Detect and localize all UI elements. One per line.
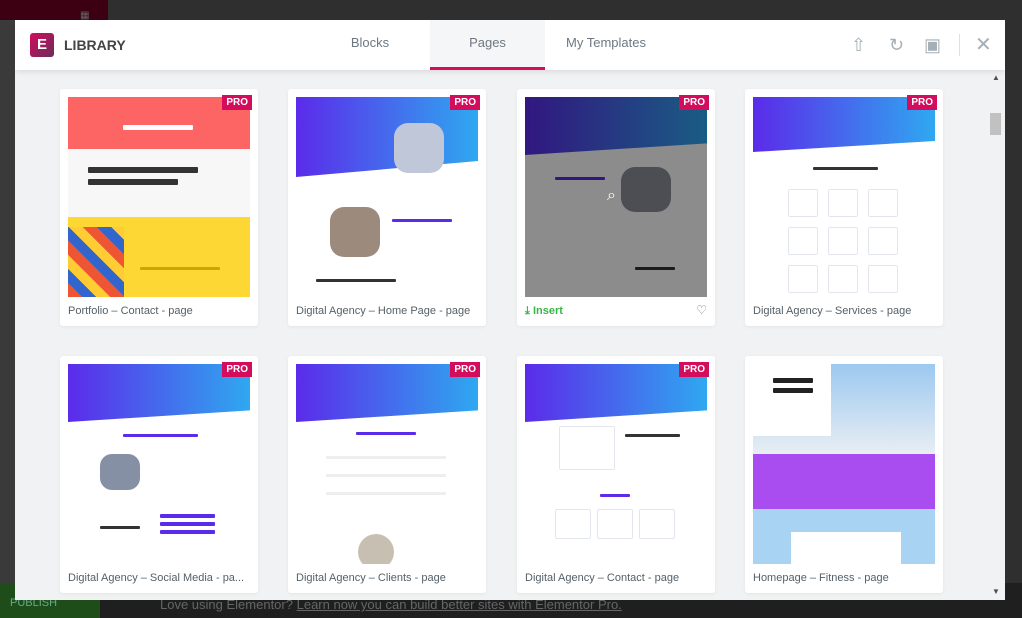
modal-header: E LIBRARY Blocks Pages My Templates ⇧ ↻ … bbox=[15, 20, 1005, 70]
templates-grid: PRO Portfolio – Contact - page PRO Digit… bbox=[15, 70, 1005, 600]
scroll-down-icon[interactable]: ▼ bbox=[992, 587, 1000, 596]
template-thumbnail[interactable] bbox=[525, 364, 707, 564]
template-card[interactable]: PRO Digital Agency – Home Page - page bbox=[288, 89, 486, 326]
hover-overlay bbox=[525, 97, 707, 297]
modal-title: LIBRARY bbox=[64, 37, 126, 53]
template-card[interactable]: PRO Digital Agency – Clients - page bbox=[288, 356, 486, 593]
template-card[interactable]: ⌕ PRO ⤓ Insert ♡ bbox=[517, 89, 715, 326]
download-icon: ⤓ bbox=[525, 305, 530, 317]
pro-badge: PRO bbox=[450, 362, 480, 377]
template-thumbnail[interactable] bbox=[753, 97, 935, 297]
editor-panel-header bbox=[0, 0, 108, 20]
save-icon[interactable]: ▣ bbox=[924, 34, 941, 56]
template-thumbnail[interactable] bbox=[68, 97, 250, 297]
template-card[interactable]: PRO Digital Agency – Services - page bbox=[745, 89, 943, 326]
template-thumbnail[interactable]: ⌕ bbox=[525, 97, 707, 297]
template-card[interactable]: PRO Digital Agency – Social Media - pa..… bbox=[60, 356, 258, 593]
insert-label: Insert bbox=[532, 305, 563, 317]
library-modal: E LIBRARY Blocks Pages My Templates ⇧ ↻ … bbox=[15, 20, 1005, 600]
insert-button[interactable]: ⤓ Insert bbox=[525, 305, 563, 318]
template-label: Digital Agency – Social Media - pa... bbox=[68, 572, 245, 584]
template-card[interactable]: PRO Digital Agency – Contact - page bbox=[517, 356, 715, 593]
template-thumbnail[interactable] bbox=[296, 97, 478, 297]
template-thumbnail[interactable] bbox=[753, 364, 935, 564]
scroll-up-icon[interactable]: ▲ bbox=[992, 73, 1000, 82]
tab-blocks[interactable]: Blocks bbox=[315, 20, 425, 70]
upload-icon[interactable]: ⇧ bbox=[851, 34, 866, 56]
scrollbar-thumb[interactable] bbox=[990, 113, 1001, 135]
sync-icon[interactable]: ↻ bbox=[889, 34, 904, 56]
pro-badge: PRO bbox=[450, 95, 480, 110]
template-label: Digital Agency – Services - page bbox=[753, 305, 912, 317]
template-label: Digital Agency – Home Page - page bbox=[296, 305, 471, 317]
template-thumbnail[interactable] bbox=[68, 364, 250, 564]
template-label: Portfolio – Contact - page bbox=[68, 305, 193, 317]
header-divider bbox=[959, 34, 960, 56]
scrollbar[interactable] bbox=[990, 70, 1005, 600]
template-card[interactable]: PRO Portfolio – Contact - page bbox=[60, 89, 258, 326]
pro-badge: PRO bbox=[679, 95, 709, 110]
template-label: Digital Agency – Contact - page bbox=[525, 572, 680, 584]
template-label: Digital Agency – Clients - page bbox=[296, 572, 446, 584]
pro-badge: PRO bbox=[907, 95, 937, 110]
favorite-heart-icon[interactable]: ♡ bbox=[696, 303, 707, 317]
template-label: Homepage – Fitness - page bbox=[753, 572, 889, 584]
pro-badge: PRO bbox=[222, 362, 252, 377]
template-card[interactable]: Homepage – Fitness - page bbox=[745, 356, 943, 593]
elementor-logo-icon: E bbox=[30, 33, 54, 57]
tab-pages[interactable]: Pages bbox=[430, 20, 545, 70]
zoom-preview-icon[interactable]: ⌕ bbox=[607, 187, 616, 205]
close-icon[interactable]: ✕ bbox=[975, 34, 992, 56]
tab-my-templates[interactable]: My Templates bbox=[550, 20, 662, 70]
pro-badge: PRO bbox=[679, 362, 709, 377]
template-thumbnail[interactable] bbox=[296, 364, 478, 564]
pro-badge: PRO bbox=[222, 95, 252, 110]
